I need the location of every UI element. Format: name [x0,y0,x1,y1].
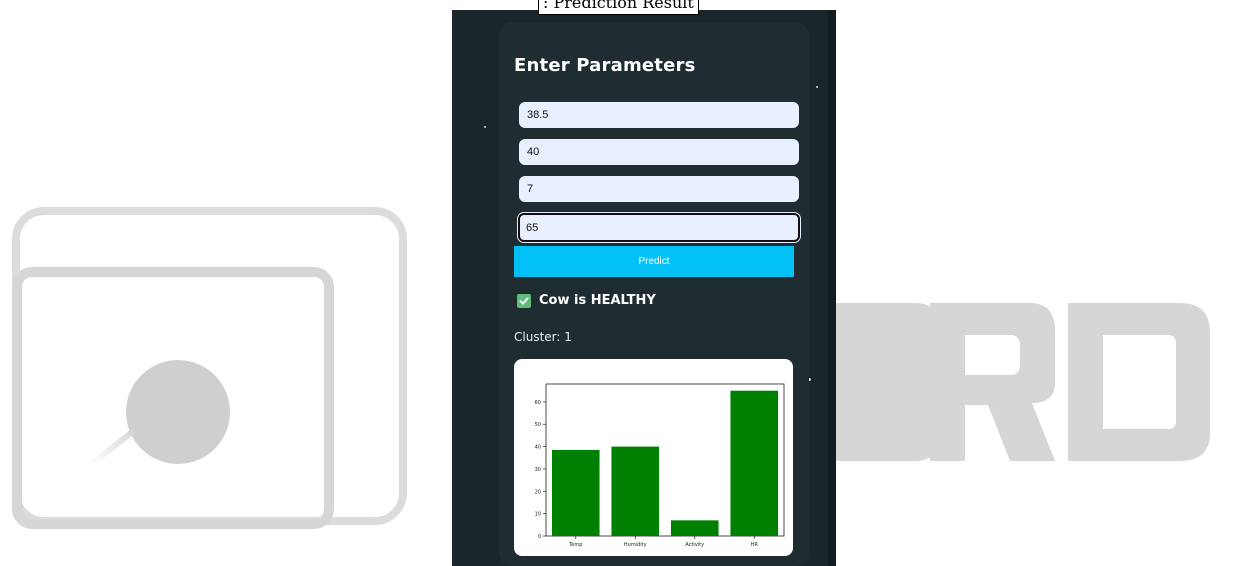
health-status-text: Cow is HEALTHY [539,293,656,308]
x-tick-label: Humidity [624,542,647,548]
y-tick-label: 40 [535,445,541,451]
chart-container: 0 10 20 30 40 50 60 Temp Humidity Activity HR [514,359,793,556]
bar-humidity [611,446,660,536]
app-background-edge [828,10,836,566]
watermark-circle [126,360,230,464]
card-title: Enter Parameters [514,55,696,76]
y-axis-ticks: 0 10 20 30 40 50 60 [535,400,546,540]
background-speck [816,86,818,88]
bar-temp [551,449,600,536]
predict-button[interactable]: Predict [514,246,794,277]
x-tick-label: Temp [568,542,582,548]
background-speck [484,126,486,128]
y-tick-label: 50 [535,422,541,428]
x-tick-label: Activity [685,542,704,548]
screenshot-stage: : Prediction Result Enter Parameters Pre… [0,0,1255,566]
x-axis-ticks: Temp Humidity Activity HR [568,536,758,548]
bar-hr [730,390,779,536]
temperature-input[interactable] [519,102,799,128]
parameters-card: Enter Parameters Predict Cow is HEALTHY … [499,22,809,566]
y-tick-label: 60 [535,400,541,406]
y-tick-label: 0 [538,534,541,540]
bar-chart: 0 10 20 30 40 50 60 Temp Humidity Activity HR [535,383,785,548]
figure-caption: : Prediction Result [538,0,699,15]
cluster-label: Cluster: 1 [514,330,572,344]
bar-activity [670,520,719,536]
check-icon [517,293,531,308]
heart-rate-input[interactable] [518,213,800,242]
y-tick-label: 30 [535,467,541,473]
humidity-input[interactable] [519,139,799,165]
x-tick-label: HR [751,542,759,548]
bars [551,390,779,536]
y-tick-label: 20 [535,489,541,495]
activity-input[interactable] [519,176,799,202]
watermark-letters [835,303,1210,461]
y-tick-label: 10 [535,512,541,518]
result-status: Cow is HEALTHY [517,293,656,308]
